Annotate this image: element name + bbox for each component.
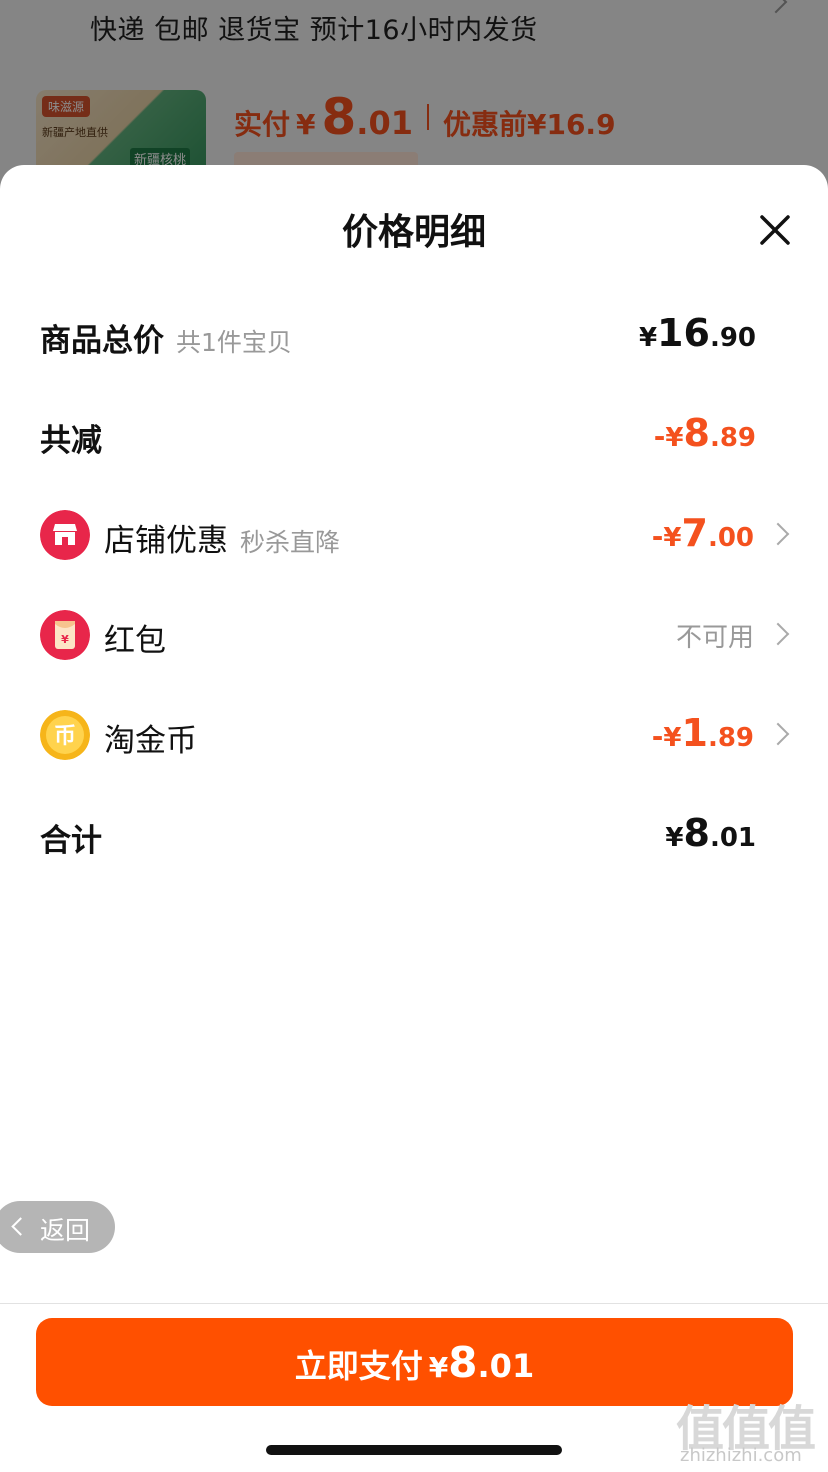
goods-total-value: ¥ 16 .90 bbox=[639, 311, 756, 355]
store-icon bbox=[40, 510, 90, 560]
pay-currency: ¥ bbox=[428, 1351, 449, 1384]
gold-coin-value: - ¥ 1 .89 bbox=[652, 711, 754, 755]
currency-symbol: ¥ bbox=[663, 523, 682, 553]
unavailable-text: 不可用 bbox=[675, 623, 754, 653]
store-discount-value: - ¥ 7 .00 bbox=[652, 511, 754, 555]
store-discount-type: 秒杀直降 bbox=[240, 528, 341, 557]
back-button[interactable]: 返回 bbox=[0, 1201, 115, 1253]
pay-button-label: 立即支付 bbox=[294, 1347, 423, 1385]
value-integer: 8 bbox=[683, 411, 710, 455]
goods-total-label: 商品总价 bbox=[40, 323, 164, 359]
chevron-right-icon bbox=[766, 522, 790, 546]
total-discount-row: 共减 - ¥ 8 .89 bbox=[0, 405, 828, 465]
chevron-left-icon bbox=[11, 1217, 30, 1236]
row-label: 商品总价 共1件宝贝 bbox=[40, 315, 292, 360]
chevron-right-icon bbox=[766, 622, 790, 646]
svg-text:币: 币 bbox=[54, 724, 76, 749]
sheet-title: 价格明细 bbox=[341, 212, 486, 253]
gold-coin-icon: 币 bbox=[40, 710, 90, 760]
back-label: 返回 bbox=[40, 1216, 91, 1245]
minus-sign: - bbox=[651, 520, 664, 553]
gold-coin-label: 淘金币 bbox=[104, 723, 197, 759]
currency-symbol: ¥ bbox=[663, 723, 682, 753]
row-label: 店铺优惠 秒杀直降 bbox=[104, 515, 340, 560]
close-icon[interactable] bbox=[758, 213, 792, 247]
total-discount-label: 共减 bbox=[40, 423, 102, 459]
store-discount-label: 店铺优惠 bbox=[104, 523, 228, 559]
red-packet-row[interactable]: ¥ 红包 不可用 bbox=[0, 605, 828, 665]
gold-coin-row[interactable]: 币 淘金币 - ¥ 1 .89 bbox=[0, 705, 828, 765]
footer-divider bbox=[0, 1303, 828, 1304]
total-label: 合计 bbox=[40, 823, 102, 859]
total-row: 合计 ¥ 8 .01 bbox=[0, 805, 828, 865]
value-integer: 1 bbox=[681, 711, 708, 755]
value-decimal: .89 bbox=[707, 723, 754, 753]
svg-text:¥: ¥ bbox=[61, 633, 69, 646]
watermark-url: zhizhizhi.com bbox=[680, 1445, 802, 1466]
value-decimal: .89 bbox=[709, 423, 756, 453]
pay-decimal: .01 bbox=[477, 1347, 535, 1385]
minus-sign: - bbox=[651, 720, 664, 753]
red-packet-status: 不可用 bbox=[676, 617, 754, 654]
red-packet-label: 红包 bbox=[104, 623, 166, 659]
total-discount-value: - ¥ 8 .89 bbox=[654, 411, 756, 455]
value-decimal: .90 bbox=[709, 323, 756, 353]
home-indicator bbox=[266, 1445, 562, 1455]
pay-integer: 8 bbox=[448, 1338, 478, 1387]
price-detail-sheet: 价格明细 商品总价 共1件宝贝 ¥ 16 .90 共减 - ¥ 8 .89 店铺… bbox=[0, 165, 828, 1472]
total-value: ¥ 8 .01 bbox=[665, 811, 756, 855]
goods-total-row: 商品总价 共1件宝贝 ¥ 16 .90 bbox=[0, 305, 828, 365]
value-decimal: .00 bbox=[707, 523, 754, 553]
minus-sign: - bbox=[653, 420, 666, 453]
value-decimal: .01 bbox=[709, 823, 756, 853]
red-packet-icon: ¥ bbox=[40, 610, 90, 660]
value-integer: 16 bbox=[657, 311, 710, 355]
item-count: 共1件宝贝 bbox=[176, 328, 292, 357]
currency-symbol: ¥ bbox=[638, 323, 658, 353]
value-integer: 8 bbox=[683, 811, 710, 855]
chevron-right-icon bbox=[766, 722, 790, 746]
currency-symbol: ¥ bbox=[665, 423, 684, 453]
value-integer: 7 bbox=[681, 511, 708, 555]
store-discount-row[interactable]: 店铺优惠 秒杀直降 - ¥ 7 .00 bbox=[0, 505, 828, 565]
currency-symbol: ¥ bbox=[665, 823, 684, 853]
